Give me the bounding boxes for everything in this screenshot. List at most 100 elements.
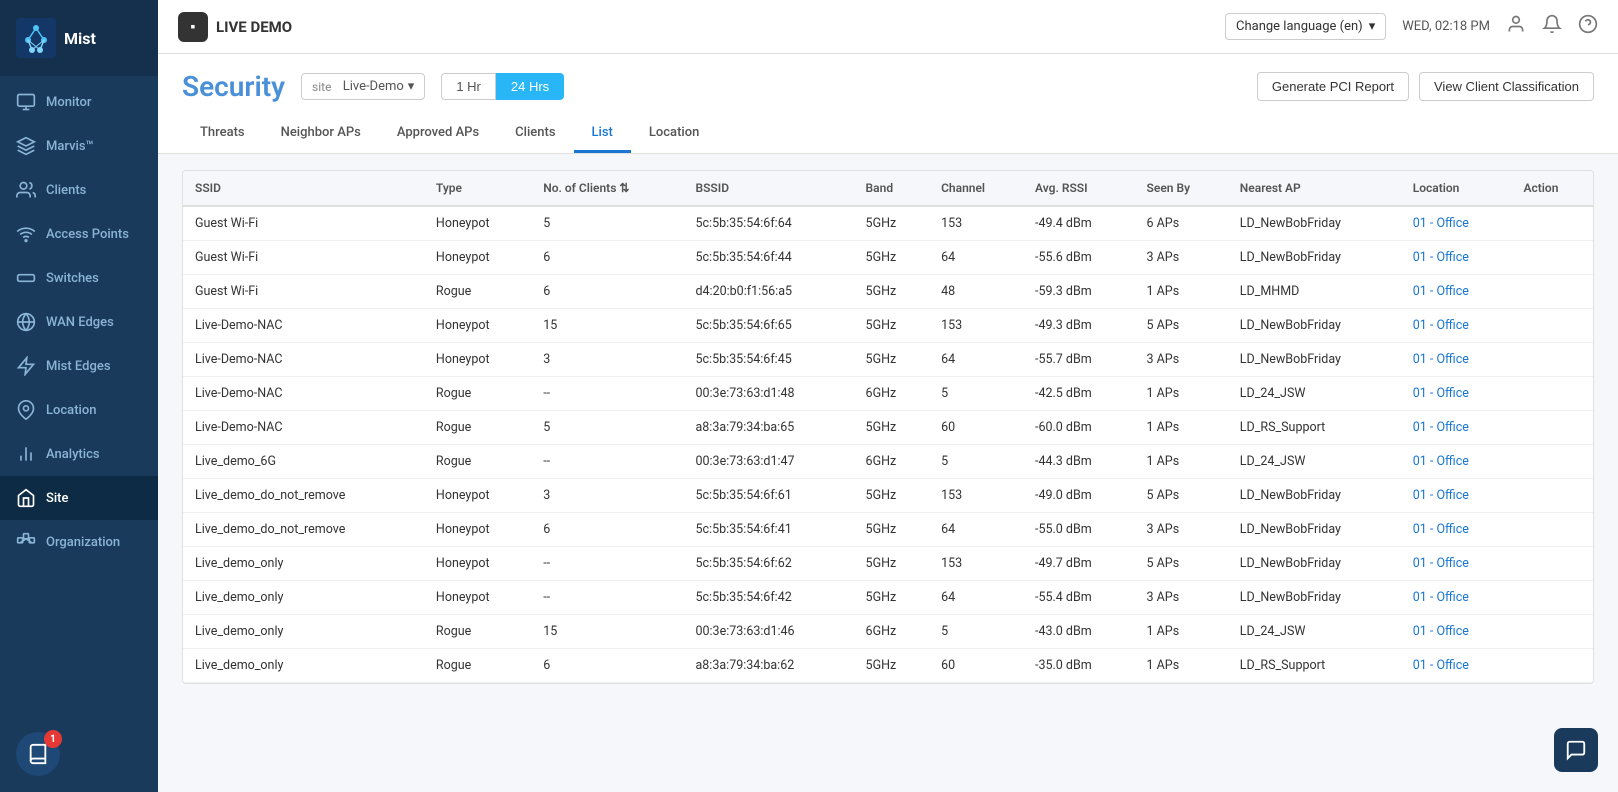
cell-avg-rssi: -59.3 dBm [1023, 275, 1135, 309]
cell-seen-by: 5 APs [1135, 309, 1228, 343]
cell-location[interactable]: 01 - Office [1401, 581, 1512, 615]
user-icon[interactable] [1506, 14, 1526, 39]
location-link[interactable]: 01 - Office [1413, 590, 1469, 605]
time-btn-24hr[interactable]: 24 Hrs [496, 73, 564, 100]
cell-seen-by: 3 APs [1135, 343, 1228, 377]
sidebar-item-monitor[interactable]: Monitor [0, 80, 158, 124]
cell-avg-rssi: -49.3 dBm [1023, 309, 1135, 343]
cell-band: 6GHz [854, 377, 930, 411]
cell-location[interactable]: 01 - Office [1401, 411, 1512, 445]
cell-clients: 5 [531, 206, 683, 241]
cell-action [1511, 411, 1593, 445]
cell-location[interactable]: 01 - Office [1401, 445, 1512, 479]
sidebar-nav: Monitor Marvis™ Clients Access Points Sw [0, 76, 158, 716]
cell-action [1511, 445, 1593, 479]
help-icon[interactable] [1578, 14, 1598, 39]
cell-location[interactable]: 01 - Office [1401, 513, 1512, 547]
cell-action [1511, 343, 1593, 377]
bell-icon[interactable] [1542, 14, 1562, 39]
cell-clients: -- [531, 547, 683, 581]
location-link[interactable]: 01 - Office [1413, 420, 1469, 435]
ap-icon [16, 224, 36, 244]
app-icon: ▪ [178, 12, 208, 42]
chat-button[interactable] [1554, 728, 1598, 772]
tab-list[interactable]: List [574, 115, 631, 153]
location-link[interactable]: 01 - Office [1413, 386, 1469, 401]
tab-neighbor-aps[interactable]: Neighbor APs [263, 115, 379, 153]
cell-seen-by: 1 APs [1135, 377, 1228, 411]
tab-location[interactable]: Location [631, 115, 717, 153]
sidebar-label-org: Organization [46, 535, 120, 550]
time-btn-1hr[interactable]: 1 Hr [441, 73, 496, 100]
cell-nearest-ap: LD_MHMD [1228, 275, 1401, 309]
sidebar-item-clients[interactable]: Clients [0, 168, 158, 212]
col-clients[interactable]: No. of Clients ⇅ [531, 171, 683, 206]
location-link[interactable]: 01 - Office [1413, 250, 1469, 265]
cell-clients: 3 [531, 479, 683, 513]
sidebar-item-wan-edges[interactable]: WAN Edges [0, 300, 158, 344]
cell-channel: 153 [929, 479, 1023, 513]
location-link[interactable]: 01 - Office [1413, 556, 1469, 571]
cell-location[interactable]: 01 - Office [1401, 479, 1512, 513]
cell-location[interactable]: 01 - Office [1401, 343, 1512, 377]
sidebar-item-site[interactable]: Site [0, 476, 158, 520]
page-header-top: Security site Live-Demo ▾ 1 Hr 24 Hrs Ge… [182, 70, 1594, 103]
cell-location[interactable]: 01 - Office [1401, 649, 1512, 683]
cell-ssid: Live_demo_do_not_remove [183, 513, 424, 547]
location-link[interactable]: 01 - Office [1413, 454, 1469, 469]
cell-action [1511, 377, 1593, 411]
cell-location[interactable]: 01 - Office [1401, 275, 1512, 309]
tab-approved-aps[interactable]: Approved APs [379, 115, 497, 153]
cell-location[interactable]: 01 - Office [1401, 206, 1512, 241]
app-title: LIVE DEMO [216, 18, 292, 36]
location-link[interactable]: 01 - Office [1413, 488, 1469, 503]
col-avg-rssi: Avg. RSSI [1023, 171, 1135, 206]
sidebar: Mist Monitor Marvis™ Clients Access Poi [0, 0, 158, 792]
cell-location[interactable]: 01 - Office [1401, 547, 1512, 581]
sidebar-item-access-points[interactable]: Access Points [0, 212, 158, 256]
sidebar-item-location[interactable]: Location [0, 388, 158, 432]
cell-bssid: 00:3e:73:63:d1:47 [683, 445, 853, 479]
security-tabs: Threats Neighbor APs Approved APs Client… [182, 115, 1594, 153]
language-selector[interactable]: Change language (en) ▾ [1225, 13, 1386, 40]
cell-clients: 6 [531, 241, 683, 275]
cell-location[interactable]: 01 - Office [1401, 309, 1512, 343]
location-link[interactable]: 01 - Office [1413, 658, 1469, 673]
cell-band: 5GHz [854, 581, 930, 615]
sidebar-item-organization[interactable]: Organization [0, 520, 158, 564]
tab-clients[interactable]: Clients [497, 115, 573, 153]
location-link[interactable]: 01 - Office [1413, 352, 1469, 367]
sidebar-item-analytics[interactable]: Analytics [0, 432, 158, 476]
generate-pci-report-button[interactable]: Generate PCI Report [1257, 72, 1409, 101]
location-link[interactable]: 01 - Office [1413, 284, 1469, 299]
col-ssid: SSID [183, 171, 424, 206]
cell-location[interactable]: 01 - Office [1401, 615, 1512, 649]
site-filter-dropdown[interactable]: site Live-Demo ▾ [301, 73, 425, 100]
cell-location[interactable]: 01 - Office [1401, 241, 1512, 275]
cell-avg-rssi: -43.0 dBm [1023, 615, 1135, 649]
sidebar-item-mist-edges[interactable]: Mist Edges [0, 344, 158, 388]
sidebar-item-switches[interactable]: Switches [0, 256, 158, 300]
cell-nearest-ap: LD_RS_Support [1228, 411, 1401, 445]
cell-ssid: Live_demo_only [183, 615, 424, 649]
location-link[interactable]: 01 - Office [1413, 216, 1469, 231]
cell-clients: -- [531, 377, 683, 411]
cell-clients: 5 [531, 411, 683, 445]
sidebar-item-marvis[interactable]: Marvis™ [0, 124, 158, 168]
table-header: SSID Type No. of Clients ⇅ BSSID Band Ch… [183, 171, 1593, 206]
location-link[interactable]: 01 - Office [1413, 318, 1469, 333]
tab-threats[interactable]: Threats [182, 115, 263, 153]
location-link[interactable]: 01 - Office [1413, 624, 1469, 639]
sidebar-logo[interactable]: Mist [0, 0, 158, 76]
location-link[interactable]: 01 - Office [1413, 522, 1469, 537]
cell-type: Rogue [424, 615, 531, 649]
cell-band: 5GHz [854, 649, 930, 683]
table-row: Live-Demo-NACRogue--00:3e:73:63:d1:486GH… [183, 377, 1593, 411]
cell-avg-rssi: -55.6 dBm [1023, 241, 1135, 275]
cell-location[interactable]: 01 - Office [1401, 377, 1512, 411]
view-client-classification-button[interactable]: View Client Classification [1419, 72, 1594, 101]
cell-channel: 153 [929, 547, 1023, 581]
help-book-button[interactable]: 1 [16, 732, 60, 776]
cell-type: Honeypot [424, 206, 531, 241]
table-row: Guest Wi-FiHoneypot55c:5b:35:54:6f:645GH… [183, 206, 1593, 241]
